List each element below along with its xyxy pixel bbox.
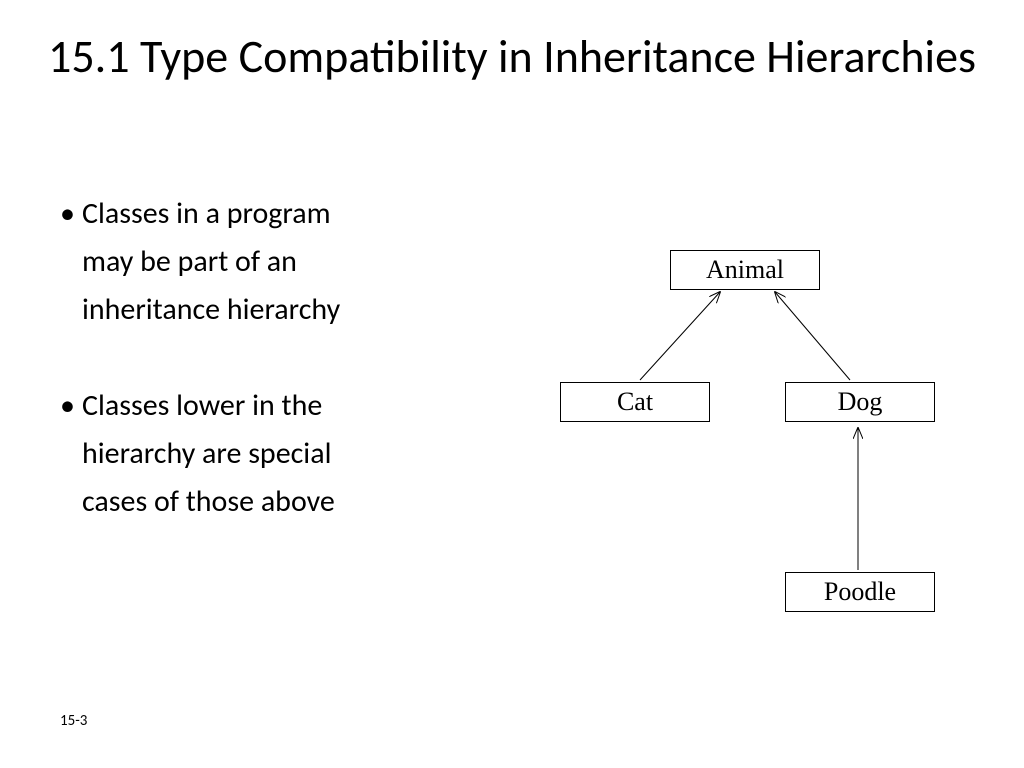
slide: 15.1 Type Compatibility in Inheritance H… (0, 0, 1024, 768)
arrow-cat-to-animal (640, 292, 720, 380)
bullet-text: hierarchy are special (60, 430, 520, 478)
bullet-text: cases of those above (60, 478, 520, 526)
bullet-text: inheritance hierarchy (60, 286, 520, 334)
node-dog: Dog (785, 382, 935, 422)
list-item: • Classes lower in the (60, 382, 520, 430)
bullet-text: may be part of an (60, 238, 520, 286)
node-poodle: Poodle (785, 572, 935, 612)
arrow-dog-to-animal (775, 292, 850, 380)
bullet-text: Classes lower in the (82, 382, 322, 430)
node-cat: Cat (560, 382, 710, 422)
spacer (60, 334, 520, 382)
slide-title: 15.1 Type Compatibility in Inheritance H… (0, 30, 1024, 85)
bullet-list: • Classes in a program may be part of an… (60, 190, 520, 526)
node-animal: Animal (670, 250, 820, 290)
list-item: • Classes in a program (60, 190, 520, 238)
hierarchy-diagram: Animal Cat Dog Poodle (530, 230, 990, 650)
bullet-marker: • (60, 190, 82, 238)
bullet-text: Classes in a program (82, 190, 331, 238)
bullet-marker: • (60, 382, 82, 430)
page-number: 15-3 (60, 712, 87, 730)
